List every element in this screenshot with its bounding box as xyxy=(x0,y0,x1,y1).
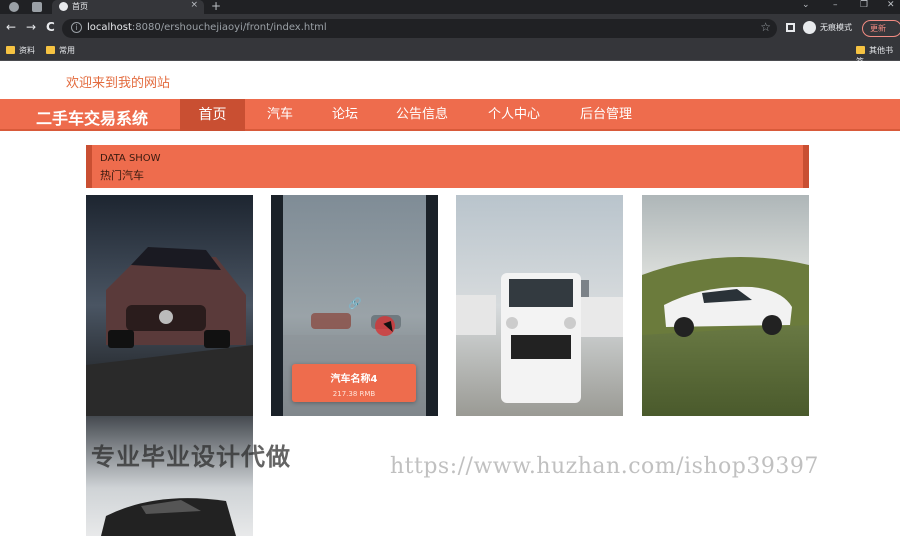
nav-admin[interactable]: 后台管理 xyxy=(572,99,640,131)
url-host: localhost xyxy=(87,22,132,33)
site-info-icon[interactable]: i xyxy=(71,22,82,33)
car-name: 汽车名称4 xyxy=(330,374,378,385)
browser-tab-home[interactable]: 首页 × xyxy=(52,0,204,14)
bookmark-label: 资料 xyxy=(19,46,35,55)
back-button[interactable]: ← xyxy=(6,20,16,34)
folder-icon xyxy=(46,46,55,54)
car-photo xyxy=(456,195,623,416)
site-brand[interactable]: 二手车交易系统 xyxy=(36,105,148,129)
side-panel-icon[interactable] xyxy=(786,23,795,32)
forward-button[interactable]: → xyxy=(26,20,36,34)
nav-home[interactable]: 首页 xyxy=(180,99,245,131)
tab-search-icon[interactable] xyxy=(32,2,42,12)
browser-tab-strip: 首页 × + ⌄ – ❐ ✕ xyxy=(0,0,900,14)
nav-cars[interactable]: 汽车 xyxy=(252,99,308,131)
incognito-icon[interactable] xyxy=(803,21,816,34)
watermark-url: https://www.huzhan.com/ishop39397 xyxy=(390,454,819,479)
section-title-cn: 热门汽车 xyxy=(100,169,144,182)
new-tab-button[interactable]: + xyxy=(211,0,221,13)
reload-button[interactable]: C xyxy=(46,20,55,34)
car-card-hovered[interactable]: 🔗 汽车名称4 217.38 RMB xyxy=(271,195,438,416)
bookmark-star-icon[interactable]: ☆ xyxy=(760,20,771,34)
folder-icon xyxy=(6,46,15,54)
welcome-text: 欢迎来到我的网站 xyxy=(66,76,171,91)
link-icon[interactable]: 🔗 xyxy=(348,297,362,310)
folder-icon xyxy=(856,46,865,54)
tab-list-icon[interactable]: ⌄ xyxy=(802,0,810,10)
url-path: :8080/ershouchejiaoyi/front/index.html xyxy=(131,22,327,33)
car-card[interactable] xyxy=(456,195,623,416)
car-card[interactable] xyxy=(86,195,253,416)
bookmark-folder-changyong[interactable]: 常用 xyxy=(46,45,75,56)
minimize-button[interactable]: – xyxy=(833,0,838,10)
section-header: DATA SHOW 热门汽车 xyxy=(86,145,809,188)
bookmark-label: 常用 xyxy=(59,46,75,55)
nav-forum[interactable]: 论坛 xyxy=(318,99,372,131)
car-photo xyxy=(86,416,253,536)
card-hover-overlay[interactable]: 汽车名称4 217.38 RMB xyxy=(292,364,416,402)
tab-close-icon[interactable]: × xyxy=(190,0,198,10)
address-bar[interactable]: i localhost:8080/ershouchejiaoyi/front/i… xyxy=(62,19,777,38)
page-viewport: 欢迎来到我的网站 二手车交易系统 首页 汽车 论坛 公告信息 个人中心 后台管理… xyxy=(0,61,900,536)
car-card[interactable] xyxy=(86,416,253,536)
car-photo xyxy=(642,195,809,416)
bookmark-folder-ziliao[interactable]: 资料 xyxy=(6,45,35,56)
browser-toolbar: ← → C i localhost:8080/ershouchejiaoyi/f… xyxy=(0,14,900,42)
nav-personal-center[interactable]: 个人中心 xyxy=(480,99,548,131)
close-window-button[interactable]: ✕ xyxy=(887,0,895,10)
section-title-en: DATA SHOW xyxy=(100,153,161,164)
update-button[interactable]: 更新 xyxy=(862,20,900,37)
favicon-icon xyxy=(59,2,68,11)
maximize-button[interactable]: ❐ xyxy=(860,0,868,10)
car-price: 217.38 RMB xyxy=(332,390,376,398)
bookmarks-bar: 资料 常用 其他书签 xyxy=(0,42,900,66)
profile-icon[interactable] xyxy=(9,2,19,12)
car-card[interactable] xyxy=(642,195,809,416)
watermark-cn: 专业毕业设计代做 xyxy=(91,443,291,471)
car-photo xyxy=(86,195,253,416)
main-nav: 二手车交易系统 首页 汽车 论坛 公告信息 个人中心 后台管理 xyxy=(0,99,900,131)
nav-announcements[interactable]: 公告信息 xyxy=(388,99,456,131)
tab-title: 首页 xyxy=(72,2,88,11)
url-text[interactable]: localhost:8080/ershouchejiaoyi/front/ind… xyxy=(87,22,327,33)
incognito-label: 无痕模式 xyxy=(820,23,852,32)
